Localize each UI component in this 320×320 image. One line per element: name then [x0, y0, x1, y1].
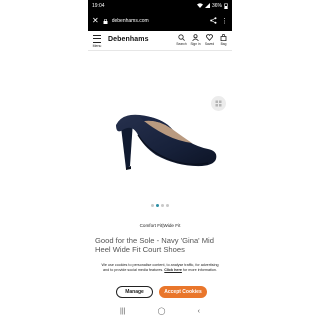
- more-options-icon[interactable]: ⋮: [221, 18, 228, 25]
- url-text[interactable]: debenhams.com: [112, 18, 206, 24]
- header-actions: Search Sign in Saved Bag: [175, 34, 230, 46]
- lock-icon: [103, 18, 108, 24]
- fit-label: Comfort Fit|Wide Fit: [139, 223, 181, 228]
- sign-in-button[interactable]: Sign in: [189, 34, 202, 46]
- menu-button[interactable]: Menu: [91, 34, 103, 48]
- battery-icon: [224, 3, 228, 9]
- battery-level: 36%: [211, 2, 222, 9]
- navy-court-shoe-image: [116, 114, 217, 170]
- status-time: 19:04: [92, 2, 105, 9]
- menu-label: Menu: [92, 44, 102, 48]
- cookie-message: We use cookies to personalise content, t…: [100, 263, 220, 272]
- phone-screen: 19:04 36% ✕ debenhams.com ⋮ Menu Debenha…: [88, 0, 232, 320]
- product-title: Good for the Sole - Navy 'Gina' Mid Heel…: [95, 236, 214, 254]
- carousel-dot[interactable]: [166, 204, 169, 207]
- status-icons: 36%: [196, 2, 228, 9]
- view-gallery-button[interactable]: [211, 96, 226, 111]
- cookie-info-link[interactable]: Click here: [164, 268, 182, 272]
- sign-in-label: Sign in: [190, 42, 201, 46]
- bag-icon: [220, 34, 227, 41]
- close-tab-icon[interactable]: ✕: [92, 17, 99, 25]
- recent-apps-icon[interactable]: |||: [120, 308, 125, 315]
- bag-label: Bag: [220, 42, 227, 46]
- share-icon[interactable]: [210, 16, 217, 26]
- signal-icon: [204, 3, 210, 8]
- carousel-dot-active[interactable]: [156, 204, 159, 207]
- sign-in-icon: [192, 34, 199, 41]
- saved-label: Saved: [204, 42, 215, 46]
- carousel-dot[interactable]: [151, 204, 154, 207]
- search-label: Search: [176, 42, 187, 46]
- hamburger-icon: [93, 35, 101, 43]
- cookie-text-after: for more information.: [182, 267, 217, 272]
- home-icon[interactable]: ◯: [158, 307, 166, 315]
- site-logo[interactable]: Debenhams: [108, 36, 149, 43]
- accept-cookies-button[interactable]: Accept Cookies: [159, 286, 207, 298]
- manage-cookies-button[interactable]: Manage: [116, 286, 153, 298]
- wifi-icon: [196, 3, 203, 8]
- site-header: Menu Debenhams Search Sign in Saved Bag: [88, 31, 232, 51]
- image-carousel-dots: [88, 204, 232, 207]
- bag-button[interactable]: Bag: [217, 34, 230, 46]
- browser-address-bar: ✕ debenhams.com ⋮: [88, 11, 232, 31]
- status-bar: 19:04 36%: [88, 0, 232, 11]
- search-icon: [178, 34, 185, 41]
- back-icon[interactable]: ‹: [198, 308, 200, 315]
- cookie-banner: We use cookies to personalise content, t…: [88, 258, 232, 302]
- saved-button[interactable]: Saved: [203, 34, 216, 46]
- search-button[interactable]: Search: [175, 34, 188, 46]
- grid-icon: [215, 100, 222, 107]
- saved-icon: [206, 34, 213, 41]
- carousel-dot[interactable]: [161, 204, 164, 207]
- android-nav-bar: ||| ◯ ‹: [88, 302, 232, 320]
- product-image[interactable]: [88, 51, 232, 201]
